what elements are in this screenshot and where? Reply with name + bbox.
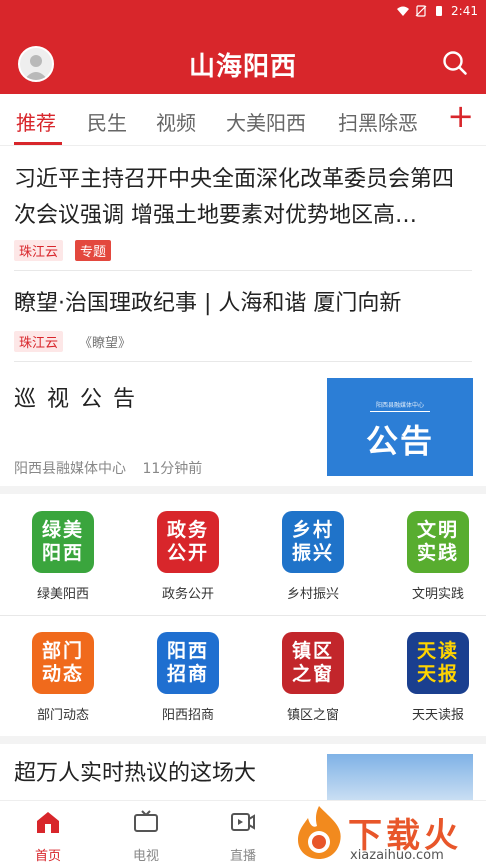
active-tab-indicator — [14, 142, 62, 145]
grid-item-government-affairs[interactable]: 政务 公开 政务公开 — [128, 511, 248, 602]
grid-label: 文明实践 — [411, 587, 464, 602]
civilization-practice-icon: 文明 实践 — [407, 511, 469, 573]
thumbnail-caption: 阳西县融媒体中心 — [375, 402, 424, 409]
article-source-tag: 珠江云 — [14, 240, 64, 261]
grid-label: 乡村振兴 — [286, 587, 339, 602]
grid-item-yangxi-investment[interactable]: 阳西 招商 阳西招商 — [128, 632, 248, 723]
battery-icon — [436, 6, 443, 16]
article-title: 瞭望·治国理政纪事 | 人海和谐 厦门向新 — [14, 291, 402, 316]
thumbnail-text: 公告 — [365, 422, 434, 460]
article-topic-tag: 专题 — [75, 240, 112, 261]
watermark: 下载火 xiazaihuo.com — [290, 800, 486, 865]
article-item[interactable]: 巡 视 公 告 阳西县融媒体中心 11分钟前 阳西县融媒体中心 公告 — [0, 362, 486, 486]
section-gap — [0, 736, 486, 744]
article-source: 阳西县融媒体中心 — [14, 461, 126, 477]
article-item[interactable]: 习近平主持召开中央全面深化改革委员会第四次会议强调 增强土地要素对优势地区高… … — [0, 146, 486, 270]
grid-item-department-news[interactable]: 部门 动态 部门动态 — [3, 632, 123, 723]
section-gap — [0, 486, 486, 494]
category-tabs: 推荐 民生 视频 大美阳西 扫黑除恶 + — [0, 94, 486, 146]
tab-anti-crime[interactable]: 扫黑除恶 — [338, 107, 418, 136]
green-yangxi-icon: 绿美 阳西 — [32, 511, 94, 573]
tab-video[interactable]: 视频 — [156, 107, 196, 136]
article-item[interactable]: 超万人实时热议的这场大 — [0, 744, 486, 800]
grid-item-green-yangxi[interactable]: 绿美 阳西 绿美阳西 — [3, 511, 123, 602]
article-time: 11分钟前 — [142, 461, 203, 477]
town-window-icon: 镇区 之窗 — [282, 632, 344, 694]
no-sim-icon — [415, 5, 427, 17]
yangxi-investment-icon: 阳西 招商 — [157, 632, 219, 694]
grid-label: 部门动态 — [36, 708, 89, 723]
article-title: 习近平主持召开中央全面深化改革委员会第四次会议强调 增强土地要素对优势地区高… — [14, 167, 455, 228]
article-thumbnail — [327, 754, 473, 800]
grid-item-rural-revitalization[interactable]: 乡村 振兴 乡村振兴 — [253, 511, 373, 602]
wifi-icon — [397, 6, 410, 16]
tab-livelihood[interactable]: 民生 — [87, 107, 127, 136]
feature-grid-row: 绿美 阳西 绿美阳西 政务 公开 政务公开 乡村 振兴 乡村振兴 文明 实践 文明实践 — [0, 494, 486, 614]
add-tab-button[interactable]: + — [447, 100, 474, 132]
grid-label: 绿美阳西 — [36, 587, 89, 602]
nav-tv[interactable]: 电视 — [116, 809, 176, 864]
article-magazine-tag: 《瞭望》 — [79, 336, 132, 351]
watermark-url: xiazaihuo.com — [350, 848, 444, 863]
live-video-icon — [231, 813, 255, 831]
status-time: 2:41 — [451, 4, 478, 18]
app-header: 山海阳西 — [0, 24, 486, 94]
department-news-icon: 部门 动态 — [32, 632, 94, 694]
grid-label: 镇区之窗 — [286, 708, 339, 723]
feature-grid-row: 部门 动态 部门动态 阳西 招商 阳西招商 镇区 之窗 镇区之窗 天读 天报 天天读报 — [0, 616, 486, 736]
daily-paper-icon: 天读 天报 — [407, 632, 469, 694]
article-thumbnail: 阳西县融媒体中心 公告 — [327, 378, 473, 476]
grid-label: 阳西招商 — [161, 708, 214, 723]
nav-home[interactable]: 首页 — [18, 809, 78, 864]
nav-live[interactable]: 直播 — [213, 809, 273, 864]
grid-item-town-window[interactable]: 镇区 之窗 镇区之窗 — [253, 632, 373, 723]
tab-recommend[interactable]: 推荐 — [16, 107, 56, 136]
grid-label: 政务公开 — [161, 587, 214, 602]
home-icon — [37, 812, 59, 833]
grid-label: 天天读报 — [411, 708, 464, 723]
flame-logo-icon — [298, 806, 341, 859]
tab-beautiful-yangxi[interactable]: 大美阳西 — [226, 107, 306, 136]
tv-icon — [134, 810, 158, 832]
grid-item-daily-paper[interactable]: 天读 天报 天天读报 — [378, 632, 486, 723]
search-icon[interactable] — [442, 50, 468, 76]
article-item[interactable]: 瞭望·治国理政纪事 | 人海和谐 厦门向新 珠江云 《瞭望》 — [0, 271, 486, 361]
grid-item-civilization-practice[interactable]: 文明 实践 文明实践 — [378, 511, 486, 602]
article-source-tag: 珠江云 — [14, 331, 64, 352]
status-bar: 2:41 — [0, 0, 486, 24]
rural-revitalization-icon: 乡村 振兴 — [282, 511, 344, 573]
government-affairs-icon: 政务 公开 — [157, 511, 219, 573]
app-title: 山海阳西 — [188, 52, 297, 82]
